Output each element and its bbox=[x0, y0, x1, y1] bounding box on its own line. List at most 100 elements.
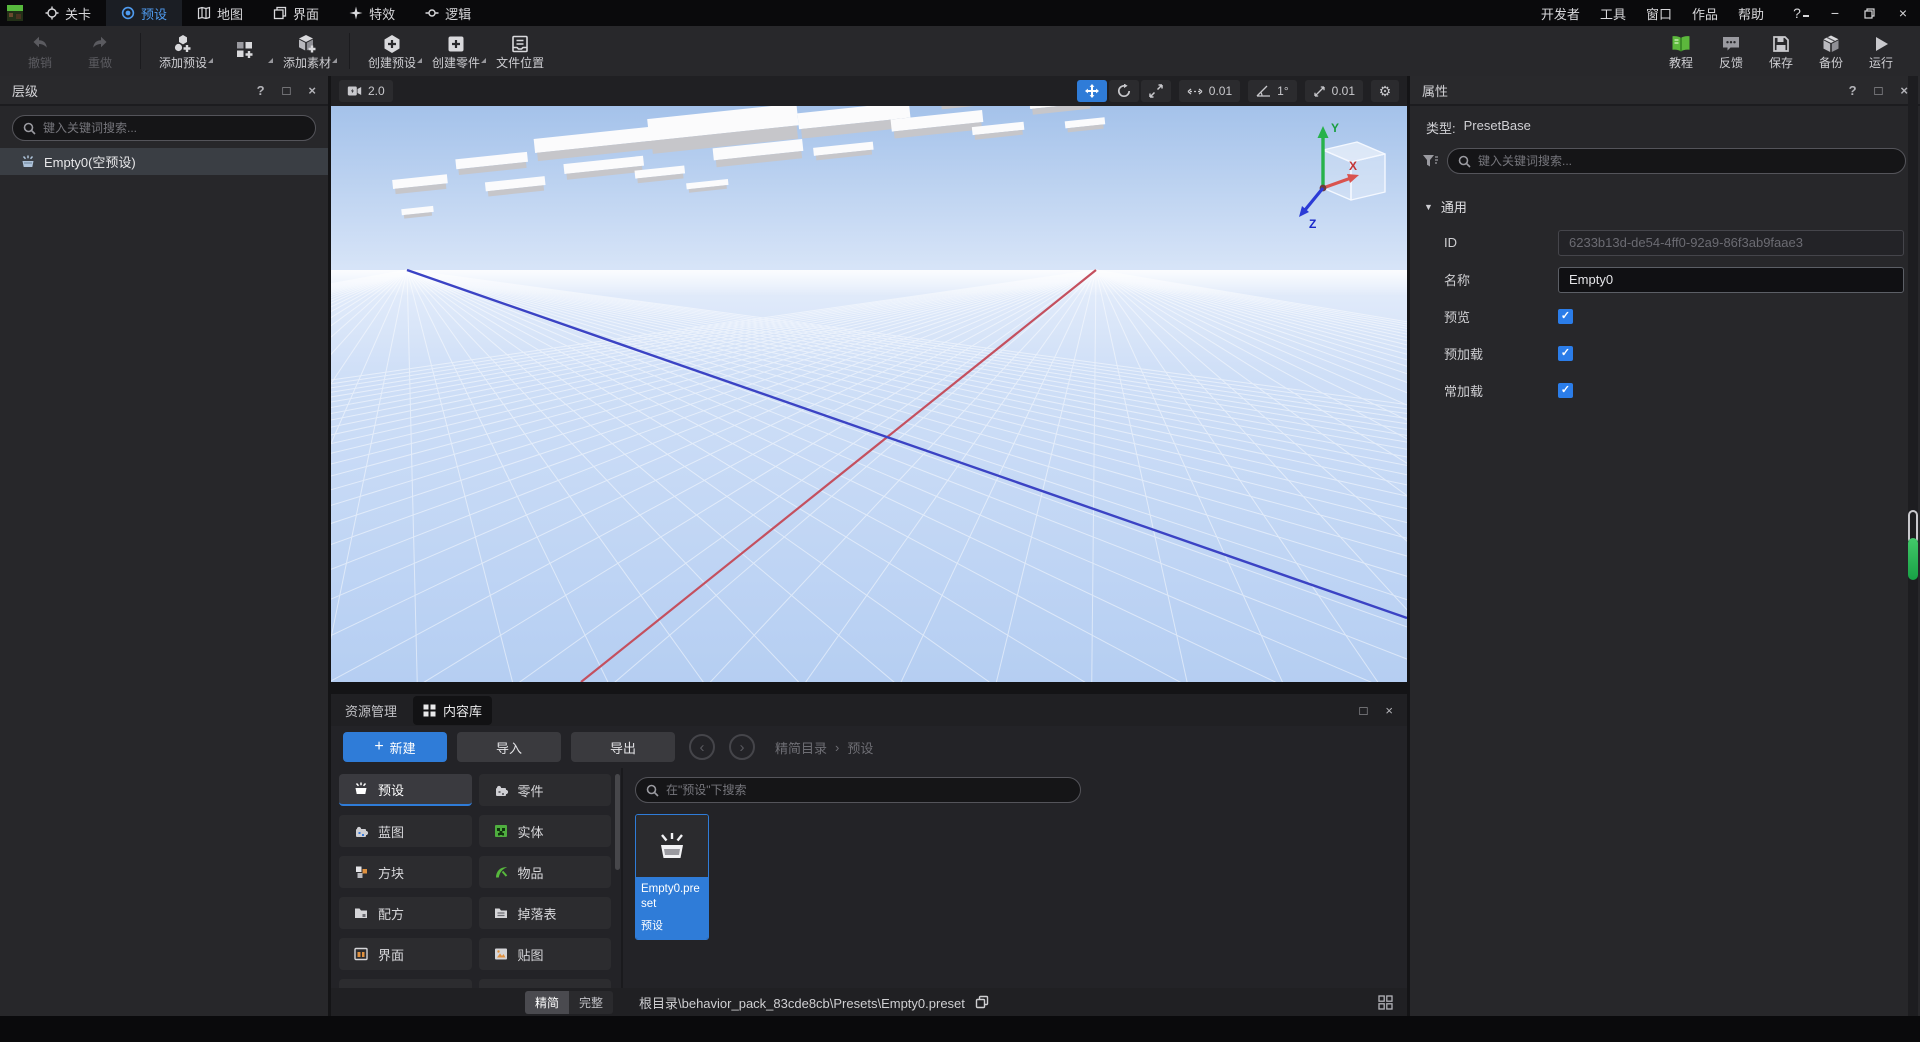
assets-maximize-icon[interactable]: □ bbox=[1360, 703, 1368, 718]
close-icon[interactable]: × bbox=[1886, 0, 1920, 26]
menu-item-preset[interactable]: 预设 bbox=[106, 0, 183, 26]
category-partial[interactable] bbox=[478, 979, 611, 988]
redo-button[interactable]: 重做 bbox=[70, 26, 130, 76]
properties-search-input[interactable] bbox=[1478, 154, 1895, 168]
view-full-button[interactable]: 完整 bbox=[569, 991, 613, 1014]
camera-speed-chip[interactable]: 2.0 bbox=[339, 80, 393, 102]
rotate-tool-button[interactable] bbox=[1108, 80, 1139, 102]
node-icon bbox=[425, 9, 439, 17]
menu-item-ui[interactable]: 界面 bbox=[258, 0, 334, 26]
asset-card-empty0[interactable]: Empty0.preset 预设 bbox=[635, 814, 709, 940]
preload-label: 预加载 bbox=[1444, 347, 1484, 362]
add-asset-button[interactable]: 添加素材 bbox=[275, 26, 339, 76]
add-preset-button[interactable]: 添加预设 bbox=[151, 26, 215, 76]
add-part-button[interactable] bbox=[215, 26, 275, 76]
properties-search[interactable] bbox=[1447, 148, 1906, 174]
window-icon bbox=[354, 947, 368, 961]
menu-item-fx[interactable]: 特效 bbox=[334, 0, 410, 26]
panel-maximize-icon[interactable]: □ bbox=[1875, 84, 1883, 97]
section-general[interactable]: ▼ 通用 bbox=[1410, 189, 1920, 224]
undo-button[interactable]: 撤销 bbox=[10, 26, 70, 76]
new-button[interactable]: + 新建 bbox=[343, 732, 447, 762]
panel-close-icon[interactable]: × bbox=[1900, 84, 1908, 97]
svg-text:Y: Y bbox=[1331, 121, 1339, 135]
always-load-label: 常加载 bbox=[1444, 384, 1484, 399]
nav-back-icon[interactable]: ‹ bbox=[689, 734, 715, 760]
feedback-button[interactable]: 反馈 bbox=[1706, 26, 1756, 76]
filter-funnel-icon[interactable] bbox=[1422, 154, 1438, 168]
restore-icon[interactable] bbox=[1852, 0, 1886, 26]
panel-help-icon[interactable]: ? bbox=[257, 84, 265, 97]
category-texture[interactable]: 贴图 bbox=[478, 938, 611, 970]
properties-scrollbar[interactable] bbox=[1908, 76, 1918, 1016]
breadcrumb-current[interactable]: 预设 bbox=[847, 738, 873, 757]
category-block[interactable]: 方块 bbox=[339, 856, 472, 888]
search-icon bbox=[646, 784, 659, 797]
move-snap-chip[interactable]: 0.01 bbox=[1178, 80, 1241, 102]
nav-forward-icon[interactable]: › bbox=[729, 734, 755, 760]
menu-item-map[interactable]: 地图 bbox=[182, 0, 258, 26]
save-button[interactable]: 保存 bbox=[1756, 26, 1806, 76]
panel-maximize-icon[interactable]: □ bbox=[283, 84, 291, 97]
viewport-3d[interactable]: Y X Z bbox=[331, 106, 1407, 682]
add-part-icon bbox=[237, 41, 253, 58]
hierarchy-item-empty0[interactable]: Empty0(空预设) bbox=[0, 148, 328, 175]
breadcrumb-root[interactable]: 精简目录 bbox=[775, 738, 827, 757]
breadcrumb-separator-icon: › bbox=[835, 739, 840, 755]
type-row: 类型: PresetBase bbox=[1410, 106, 1920, 145]
category-loot-table[interactable]: 掉落表 bbox=[478, 897, 611, 929]
panel-help-icon[interactable]: ? bbox=[1849, 84, 1857, 97]
copy-icon[interactable] bbox=[975, 995, 989, 1009]
menu-item-window[interactable]: 窗口 bbox=[1640, 4, 1678, 23]
asset-search[interactable] bbox=[635, 777, 1081, 803]
assets-footer: 精简 完整 根目录\behavior_pack_83cde8cb\Presets… bbox=[331, 988, 1407, 1016]
preview-checkbox[interactable]: ✓ bbox=[1558, 309, 1573, 324]
backup-button[interactable]: 备份 bbox=[1806, 26, 1856, 76]
name-field[interactable] bbox=[1558, 266, 1904, 293]
hierarchy-search-input[interactable] bbox=[43, 121, 305, 135]
category-part[interactable]: 零件 bbox=[478, 774, 611, 806]
view-simple-button[interactable]: 精简 bbox=[524, 990, 569, 1014]
tab-resource-manager[interactable]: 资源管理 bbox=[345, 701, 397, 720]
minimize-icon[interactable]: − bbox=[1818, 0, 1852, 26]
export-button[interactable]: 导出 bbox=[571, 732, 675, 762]
category-preset[interactable]: 预设 bbox=[339, 774, 472, 806]
app-logo-icon bbox=[7, 5, 23, 21]
category-recipe[interactable]: 配方 bbox=[339, 897, 472, 929]
always-load-checkbox[interactable]: ✓ bbox=[1558, 383, 1573, 398]
file-location-button[interactable]: 文件位置 bbox=[488, 26, 552, 76]
create-preset-button[interactable]: 创建预设 bbox=[360, 26, 424, 76]
category-ui[interactable]: 界面 bbox=[339, 938, 472, 970]
axis-gizmo[interactable]: Y X Z bbox=[1293, 118, 1393, 236]
tutorial-button[interactable]: 教程 bbox=[1656, 26, 1706, 76]
menu-item-works[interactable]: 作品 bbox=[1686, 4, 1724, 23]
asset-search-input[interactable] bbox=[666, 783, 1070, 797]
scale-snap-chip[interactable]: 0.01 bbox=[1304, 80, 1363, 102]
run-button[interactable]: 运行 bbox=[1856, 26, 1906, 76]
move-tool-button[interactable] bbox=[1076, 80, 1107, 102]
rotate-snap-chip[interactable]: 1° bbox=[1248, 80, 1297, 102]
preload-checkbox[interactable]: ✓ bbox=[1558, 346, 1573, 361]
menu-item-level[interactable]: 关卡 bbox=[30, 0, 106, 26]
panel-close-icon[interactable]: × bbox=[308, 84, 316, 97]
import-button[interactable]: 导入 bbox=[457, 732, 561, 762]
viewport-settings-gear-icon[interactable]: ⚙ bbox=[1371, 80, 1399, 102]
category-blueprint[interactable]: 蓝图 bbox=[339, 815, 472, 847]
camera-icon bbox=[347, 86, 362, 96]
category-entity[interactable]: 实体 bbox=[478, 815, 611, 847]
layout-grid-icon[interactable] bbox=[1378, 994, 1393, 1010]
create-part-button[interactable]: 创建零件 bbox=[424, 26, 488, 76]
menu-item-developer[interactable]: 开发者 bbox=[1535, 4, 1586, 23]
assets-close-icon[interactable]: × bbox=[1385, 703, 1393, 718]
category-scrollbar[interactable] bbox=[615, 774, 620, 870]
category-item[interactable]: 物品 bbox=[478, 856, 611, 888]
hierarchy-search[interactable] bbox=[12, 115, 316, 141]
titlebar-help-icon[interactable]: ? bbox=[1784, 0, 1818, 26]
tab-content-library[interactable]: 内容库 bbox=[413, 695, 493, 725]
menu-item-tools[interactable]: 工具 bbox=[1594, 4, 1632, 23]
scale-tool-button[interactable] bbox=[1140, 80, 1171, 102]
sparkle-icon bbox=[349, 6, 363, 20]
menu-item-logic[interactable]: 逻辑 bbox=[410, 0, 486, 26]
category-partial[interactable] bbox=[339, 979, 472, 988]
menu-item-help[interactable]: 帮助 bbox=[1732, 4, 1770, 23]
